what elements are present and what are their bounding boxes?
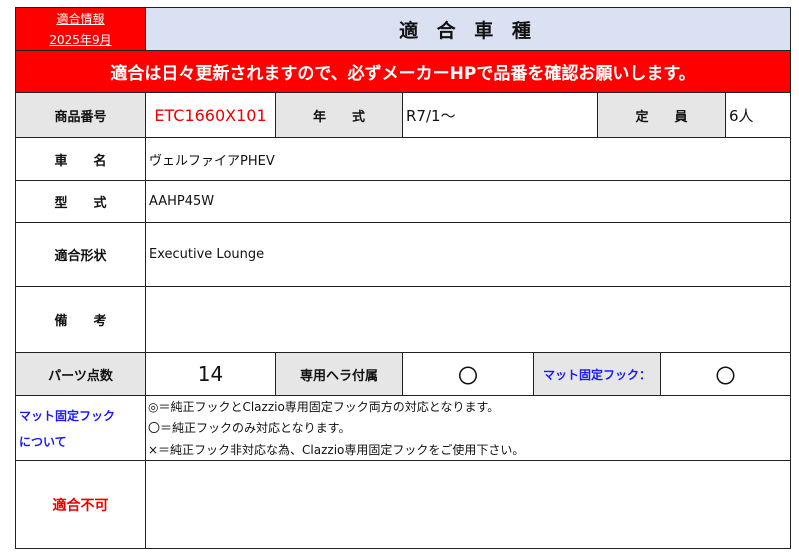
page-title: 適 合 車 種 <box>145 7 791 51</box>
model-label: 型 式 <box>15 180 146 223</box>
capacity-value: 6人 <box>725 92 791 138</box>
spatula-value: 〇 <box>402 352 534 396</box>
update-notice: 適合は日々更新されますので、必ずメーカーHPで品番を確認お願いします。 <box>15 50 791 93</box>
capacity-label: 定 員 <box>597 92 726 138</box>
remarks-value <box>145 286 791 353</box>
year-label: 年 式 <box>275 92 403 138</box>
hook-value: 〇 <box>660 352 791 396</box>
info-label: 適合情報 <box>56 12 105 26</box>
incompatible-label: 適合不可 <box>15 460 146 549</box>
remarks-label: 備 考 <box>15 286 146 353</box>
incompatible-value <box>145 460 791 549</box>
parts-count-label: パーツ点数 <box>15 352 146 396</box>
info-date: 2025年9月 <box>49 33 112 47</box>
info-date-cell: 適合情報 2025年9月 <box>15 7 146 51</box>
vehicle-value: ヴェルファイアPHEV <box>145 137 791 181</box>
spatula-label: 専用ヘラ付属 <box>275 352 403 396</box>
hook-info-text: ◎＝純正フックとClazzio専用固定フック両方の対応となります。 〇＝純正フッ… <box>145 395 791 461</box>
product-no-label: 商品番号 <box>15 92 146 138</box>
parts-count: 14 <box>145 352 276 396</box>
hook-info-label: マット固定フック について <box>15 395 146 461</box>
hook-label: マット固定フック： <box>533 352 661 396</box>
model-value: AAHP45W <box>145 180 791 223</box>
shape-value: Executive Lounge <box>145 222 791 287</box>
hook-info-line: ◎＝純正フックとClazzio専用固定フック両方の対応となります。 <box>148 400 500 415</box>
shape-label: 適合形状 <box>15 222 146 287</box>
vehicle-label: 車 名 <box>15 137 146 181</box>
year-value: R7/1〜 <box>402 92 598 138</box>
hook-info-line: ×＝純正フック非対応な為、Clazzio専用固定フックをご使用下さい。 <box>148 442 525 457</box>
hook-info-label-2: について <box>19 434 67 449</box>
hook-info-line: 〇＝純正フックのみ対応となります。 <box>148 421 351 436</box>
product-no: ETC1660X101 <box>145 92 276 138</box>
hook-info-label-1: マット固定フック <box>19 408 116 423</box>
